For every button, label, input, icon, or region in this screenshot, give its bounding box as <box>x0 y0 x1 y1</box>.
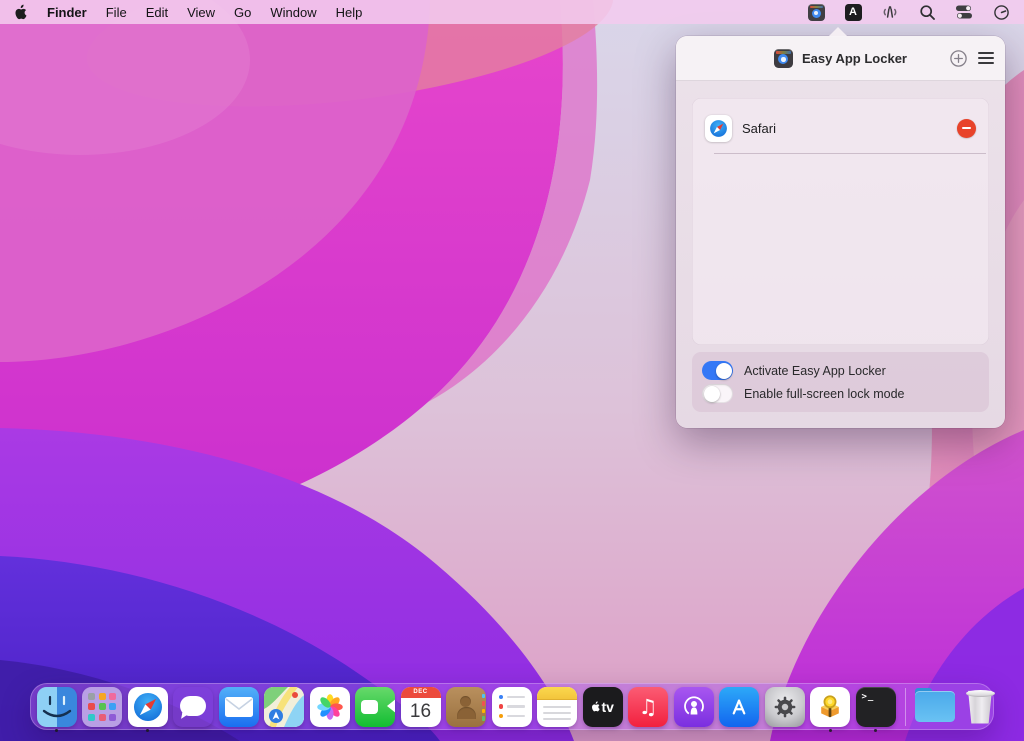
dock-item-appletv[interactable]: tv <box>581 685 624 728</box>
row-divider <box>714 153 986 154</box>
calendar-icon: DEC 16 <box>401 687 441 727</box>
gear-icon <box>765 687 805 727</box>
input-source-icon[interactable]: A <box>844 3 862 21</box>
menu-go[interactable]: Go <box>234 5 251 20</box>
music-icon: ♫ <box>628 687 668 727</box>
spotlight-icon[interactable] <box>918 3 936 21</box>
mail-icon <box>219 687 259 727</box>
dock: DEC 16 tv <box>30 683 994 730</box>
appletv-label: tv <box>602 699 614 715</box>
apple-logo-small-icon <box>591 701 600 712</box>
dock-item-trash[interactable] <box>959 685 1002 728</box>
apple-tv-icon: tv <box>583 687 623 727</box>
locked-app-name: Safari <box>742 121 776 136</box>
menubar-active-app[interactable]: Finder <box>47 5 87 20</box>
dock-item-launchpad[interactable] <box>81 685 124 728</box>
folder-icon <box>915 687 955 727</box>
calendar-month: DEC <box>401 687 441 698</box>
dock-item-system-preferences[interactable] <box>763 685 806 728</box>
calendar-day: 16 <box>401 698 441 727</box>
menu-file[interactable]: File <box>106 5 127 20</box>
fullscreen-toggle-row: Enable full-screen lock mode <box>702 384 979 403</box>
messages-icon <box>173 687 213 727</box>
dock-item-appstore[interactable] <box>718 685 761 728</box>
dock-item-mail[interactable] <box>217 685 260 728</box>
terminal-icon: >_ <box>856 687 896 727</box>
app-store-icon <box>719 687 759 727</box>
music-note-glyph: ♫ <box>639 695 658 719</box>
clock-icon[interactable] <box>992 3 1010 21</box>
fullscreen-toggle-label: Enable full-screen lock mode <box>744 387 905 401</box>
dock-item-finder[interactable] <box>35 685 78 728</box>
dock-separator <box>905 688 906 726</box>
dock-item-folder[interactable] <box>913 685 956 728</box>
dock-item-messages[interactable] <box>172 685 215 728</box>
minus-icon <box>962 127 971 129</box>
dock-item-facetime[interactable] <box>354 685 397 728</box>
popover-title: Easy App Locker <box>802 51 907 66</box>
activate-toggle-label: Activate Easy App Locker <box>744 364 886 378</box>
launchpad-icon <box>82 687 122 727</box>
dock-item-reminders[interactable] <box>490 685 533 728</box>
finder-icon <box>37 687 77 727</box>
notes-icon <box>537 687 577 727</box>
control-center-icon[interactable] <box>955 3 973 21</box>
menu-view[interactable]: View <box>187 5 215 20</box>
podcasts-icon <box>674 687 714 727</box>
apple-menu[interactable] <box>14 4 28 20</box>
dock-item-notes[interactable] <box>536 685 579 728</box>
menu-window[interactable]: Window <box>270 5 316 20</box>
easyfind-icon <box>810 687 850 727</box>
reminders-icon <box>492 687 532 727</box>
dock-item-music[interactable]: ♫ <box>627 685 670 728</box>
apple-logo-icon <box>14 4 27 20</box>
trash-icon <box>960 687 1000 727</box>
hamburger-menu-button[interactable] <box>978 52 994 64</box>
activate-toggle[interactable] <box>702 361 733 380</box>
dock-item-easyfind[interactable] <box>809 685 852 728</box>
easy-app-locker-menubar-icon[interactable] <box>807 3 825 21</box>
menu-bar: Finder File Edit View Go Window Help A <box>0 0 1024 24</box>
facetime-icon <box>355 687 395 727</box>
dock-item-terminal[interactable]: >_ <box>854 685 897 728</box>
easy-app-locker-popover: Easy App Locker <box>676 36 1005 428</box>
dock-item-photos[interactable] <box>308 685 351 728</box>
contacts-icon <box>446 687 486 727</box>
antenna-icon[interactable] <box>881 3 899 21</box>
remove-app-button[interactable] <box>957 119 976 138</box>
settings-panel: Activate Easy App Locker Enable full-scr… <box>692 352 989 412</box>
locked-app-row-safari[interactable]: Safari <box>692 107 989 149</box>
easy-app-locker-app-icon <box>774 49 793 68</box>
safari-dock-icon <box>128 687 168 727</box>
dock-item-safari[interactable] <box>126 685 169 728</box>
safari-icon <box>705 115 732 142</box>
photos-icon <box>310 687 350 727</box>
dock-item-podcasts[interactable] <box>672 685 715 728</box>
locked-apps-list: Safari <box>692 98 989 345</box>
popover-header: Easy App Locker <box>676 36 1005 81</box>
maps-icon <box>264 687 304 727</box>
dock-item-calendar[interactable]: DEC 16 <box>399 685 442 728</box>
terminal-prompt: >_ <box>862 692 875 702</box>
dock-item-maps[interactable] <box>263 685 306 728</box>
add-app-button[interactable] <box>950 50 967 67</box>
menu-help[interactable]: Help <box>336 5 363 20</box>
menu-edit[interactable]: Edit <box>146 5 168 20</box>
dock-item-contacts[interactable] <box>445 685 488 728</box>
activate-toggle-row: Activate Easy App Locker <box>702 361 979 380</box>
fullscreen-lock-toggle[interactable] <box>702 384 733 403</box>
